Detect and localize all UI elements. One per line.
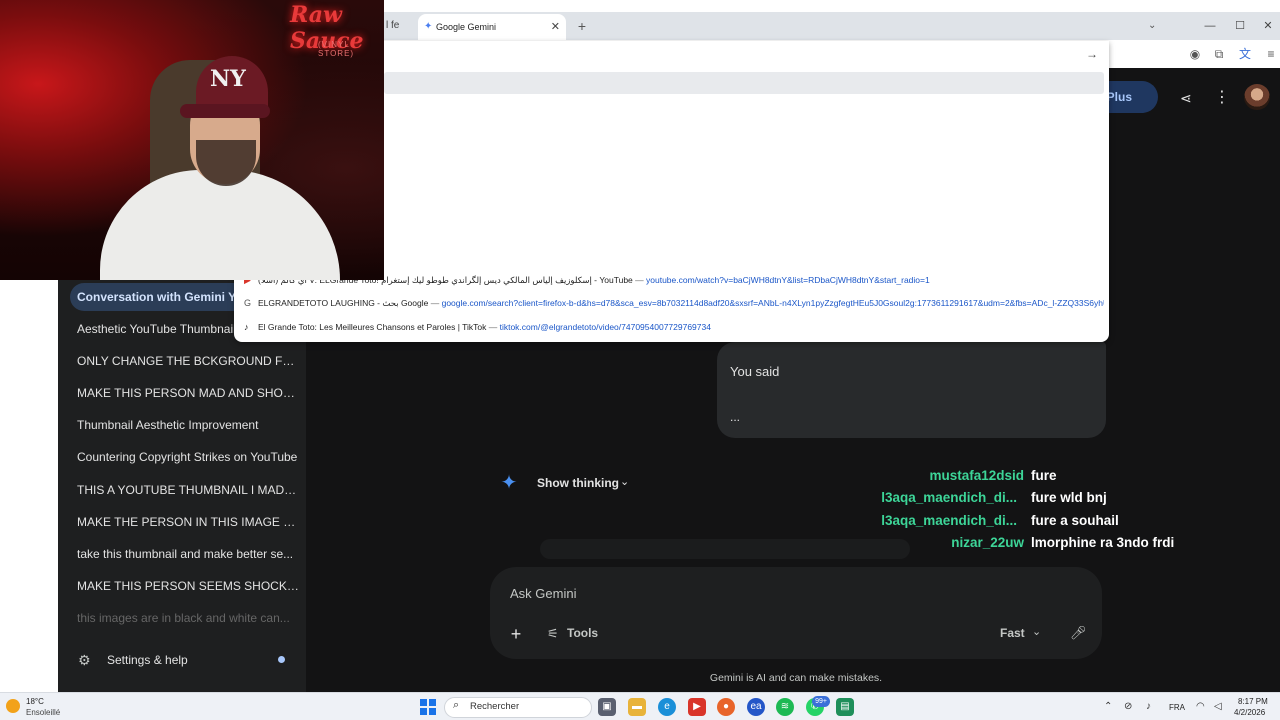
weather-sun-icon[interactable] bbox=[6, 699, 20, 713]
gemini-favicon-icon: ✦ bbox=[424, 21, 433, 32]
gemini-spark-icon: ✦ bbox=[500, 472, 518, 494]
user-message-bubble bbox=[717, 342, 1106, 438]
weather-temperature[interactable]: 18°C bbox=[26, 697, 44, 706]
task-view-icon[interactable]: ▣ bbox=[598, 698, 616, 716]
google-icon: G bbox=[244, 298, 252, 308]
spotify-icon[interactable]: ≋ bbox=[776, 698, 794, 716]
account-avatar[interactable] bbox=[1244, 84, 1270, 110]
conversation-item[interactable]: this images are in black and white can..… bbox=[70, 604, 300, 632]
input-language[interactable]: FRA bbox=[1169, 703, 1185, 712]
settings-notification-dot bbox=[278, 656, 285, 663]
file-explorer-icon[interactable]: ▬ bbox=[628, 698, 646, 716]
microphone-icon[interactable]: 🎤︎ bbox=[1070, 625, 1087, 641]
tray-chevron-up-icon[interactable]: ⌃ bbox=[1104, 701, 1112, 712]
user-message-text: ... bbox=[730, 410, 741, 424]
volume-icon[interactable]: ◁ bbox=[1214, 701, 1222, 712]
conversation-item[interactable]: Thumbnail Aesthetic Improvement bbox=[70, 411, 300, 439]
conversation-item[interactable]: THIS A YOUTUBE THUMBNAIL I MADE I... bbox=[70, 476, 300, 504]
network-icon[interactable]: ⊘ bbox=[1124, 701, 1132, 712]
go-arrow-icon[interactable]: → bbox=[1086, 46, 1102, 62]
tools-icon[interactable]: ⚟ bbox=[547, 626, 559, 642]
tools-button[interactable]: Tools bbox=[567, 626, 598, 640]
conversation-item[interactable]: MAKE THE PERSON IN THIS IMAGE SEE... bbox=[70, 508, 300, 536]
cap-logo: NY bbox=[210, 66, 246, 92]
tab-close-icon[interactable]: ✕ bbox=[551, 14, 560, 40]
webcam-cap-brim bbox=[180, 104, 270, 118]
account-icon[interactable]: ◉ bbox=[1186, 44, 1204, 64]
chat-message: fure bbox=[1031, 468, 1057, 483]
tab-google-gemini[interactable]: ✦ Google Gemini ✕ bbox=[418, 14, 566, 40]
chat-message: fure a souhail bbox=[1031, 513, 1119, 528]
firefox-icon[interactable]: ● bbox=[717, 698, 735, 716]
weather-description[interactable]: Ensoleillé bbox=[26, 708, 60, 717]
tab-list-chevron-icon[interactable]: ⌄ bbox=[1148, 14, 1162, 38]
close-window-icon[interactable]: ✕ bbox=[1256, 14, 1280, 38]
suggestion-separator: — bbox=[428, 298, 442, 308]
suggestion-url: youtube.com/watch?v=baCjWH8dtnY&list=RDb… bbox=[646, 275, 930, 285]
translate-icon[interactable]: 文 bbox=[1236, 44, 1254, 64]
suggestion-separator: — bbox=[486, 322, 500, 332]
chat-username: mustafa12dsid bbox=[929, 468, 1024, 483]
share-icon[interactable]: ⋖ bbox=[1180, 88, 1198, 108]
webcam-overlay: Raw Sauce (VINYL STORE) NY bbox=[0, 0, 384, 280]
edge-icon[interactable]: e bbox=[658, 698, 676, 716]
conversation-item[interactable]: Countering Copyright Strikes on YouTube bbox=[70, 443, 300, 471]
chevron-down-icon[interactable]: ⌄ bbox=[620, 475, 629, 488]
conversation-item[interactable]: MAKE THIS PERSON MAD AND SHOUT... bbox=[70, 379, 300, 407]
streaming-app-icon[interactable]: ▤ bbox=[836, 698, 854, 716]
neon-sign-subtext: (VINYL STORE) bbox=[318, 40, 355, 58]
minimize-icon[interactable]: — bbox=[1198, 14, 1222, 38]
conversation-item[interactable]: MAKE THIS PERSON SEEMS SHOCKED ... bbox=[70, 572, 300, 600]
clock-time[interactable]: 8:17 PM bbox=[1238, 697, 1268, 706]
clock-date[interactable]: 4/2/2026 bbox=[1234, 708, 1265, 717]
chat-message: lmorphine ra 3ndo frdi bbox=[1031, 535, 1175, 550]
ea-app-icon[interactable]: ea bbox=[747, 698, 765, 716]
maximize-icon[interactable]: ☐ bbox=[1228, 14, 1252, 38]
page-left-margin bbox=[0, 280, 58, 692]
suggestion-url: google.com/search?client=firefox-b-d&hs=… bbox=[441, 298, 1104, 308]
model-mode-selector[interactable]: Fast bbox=[1000, 626, 1025, 640]
prompt-box bbox=[490, 567, 1102, 659]
chat-username: l3aqa_maendich_di... bbox=[881, 513, 1017, 528]
wifi-icon[interactable]: ◠ bbox=[1196, 701, 1205, 712]
conversation-item[interactable]: take this thumbnail and make better se..… bbox=[70, 540, 300, 568]
address-input-highlight[interactable] bbox=[384, 72, 1104, 94]
taskbar-search-placeholder[interactable]: Rechercher bbox=[470, 701, 519, 712]
chat-username: l3aqa_maendich_di... bbox=[881, 490, 1017, 505]
menu-icon[interactable]: ≡ bbox=[1262, 44, 1280, 64]
windows-start-icon[interactable] bbox=[420, 699, 436, 715]
omnibox-suggestion[interactable]: ♪ El Grande Toto: Les Meilleures Chansons… bbox=[244, 316, 1104, 338]
ai-disclaimer: Gemini is AI and can make mistakes. bbox=[709, 672, 883, 684]
omnibox-suggestion[interactable]: G ELGRANDETOTO LAUGHING - بحث Google — go… bbox=[244, 292, 1104, 314]
notification-badge: 99+ bbox=[812, 696, 830, 707]
suggestion-url: tiktok.com/@elgrandetoto/video/747095400… bbox=[499, 322, 711, 332]
chat-username: nizar_22uw bbox=[951, 535, 1024, 550]
settings-help-link[interactable]: Settings & help bbox=[107, 652, 188, 668]
tab-previous[interactable]: l fe bbox=[384, 12, 418, 40]
ask-gemini-input[interactable] bbox=[510, 583, 910, 603]
chat-message: fure wld bnj bbox=[1031, 490, 1107, 505]
tab-label: Google Gemini bbox=[436, 22, 497, 32]
mic-tray-icon[interactable]: ♪ bbox=[1146, 701, 1151, 712]
new-tab-button[interactable]: + bbox=[574, 14, 590, 38]
suggestion-title: ELGRANDETOTO LAUGHING - بحث Google bbox=[258, 298, 429, 308]
chevron-down-icon[interactable]: ⌄ bbox=[1032, 625, 1041, 638]
video-app-icon[interactable]: ▶ bbox=[688, 698, 706, 716]
tiktok-icon: ♪ bbox=[244, 322, 249, 332]
show-thinking-button[interactable]: Show thinking bbox=[537, 476, 619, 490]
suggestion-title: El Grande Toto: Les Meilleures Chansons … bbox=[258, 322, 487, 332]
extensions-icon[interactable]: ⧉ bbox=[1210, 44, 1228, 64]
user-message-label: You said bbox=[730, 364, 780, 379]
search-icon[interactable]: ⌕ bbox=[453, 699, 459, 712]
add-attachment-icon[interactable]: + bbox=[507, 624, 525, 644]
conversation-item[interactable]: ONLY CHANGE THE BCKGROUND FRO... bbox=[70, 347, 300, 375]
faded-response-placeholder bbox=[540, 539, 910, 559]
suggestion-separator: — bbox=[632, 275, 647, 285]
more-options-icon[interactable]: ⋮ bbox=[1214, 88, 1230, 108]
settings-gear-icon[interactable]: ⚙ bbox=[78, 652, 94, 668]
